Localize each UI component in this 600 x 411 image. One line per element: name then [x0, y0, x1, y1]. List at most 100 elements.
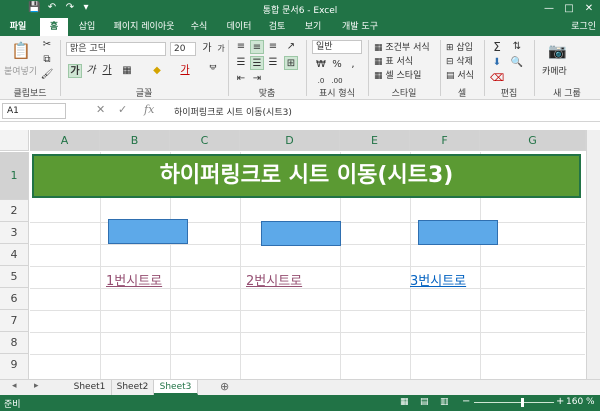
merged-title-cell[interactable]: 하이퍼링크로 시트 이동(시트3)	[32, 154, 581, 198]
row-header-2[interactable]: 2	[0, 200, 29, 222]
font-color-button[interactable]: 가	[178, 64, 192, 78]
scroll-tabs-right-icon[interactable]: ▸	[34, 381, 39, 391]
accounting-icon[interactable]: ₩	[314, 58, 328, 72]
italic-button[interactable]: 가	[84, 64, 98, 78]
row-header-1[interactable]: 1	[0, 152, 29, 200]
phonetic-icon[interactable]: ᄫ	[206, 64, 220, 78]
tab-data[interactable]: 데이터	[220, 18, 258, 36]
number-format-select[interactable]: 일반	[312, 40, 362, 54]
column-header-c[interactable]: C	[170, 130, 240, 151]
merge-center-icon[interactable]: ⊞	[284, 56, 298, 70]
copy-icon[interactable]: ⧉	[40, 53, 54, 67]
decrease-indent-icon[interactable]: ⇤	[234, 72, 248, 86]
tab-developer[interactable]: 개발 도구	[334, 18, 386, 36]
tab-home[interactable]: 홈	[40, 18, 68, 36]
maximize-button[interactable]: □	[562, 2, 576, 16]
cut-icon[interactable]: ✂	[40, 38, 54, 52]
table-format-button[interactable]: ▦ 표 서식	[374, 54, 413, 67]
camera-icon[interactable]: 📷	[548, 42, 567, 60]
percent-icon[interactable]: %	[330, 58, 344, 72]
page-layout-view-icon[interactable]: ▤	[420, 397, 429, 407]
shape-rectangle-2[interactable]	[261, 221, 341, 246]
cell-style-button[interactable]: ▦ 셀 스타일	[374, 68, 421, 81]
close-button[interactable]: ✕	[582, 2, 596, 16]
zoom-thumb[interactable]	[521, 398, 524, 407]
column-header-a[interactable]: A	[30, 130, 100, 151]
paste-label[interactable]: 붙여넣기	[4, 64, 37, 77]
insert-cells-button[interactable]: ⊞ 삽입	[446, 40, 473, 53]
align-right-icon[interactable]: ☰	[266, 56, 280, 70]
border-icon[interactable]: ▦	[120, 64, 134, 78]
clear-icon[interactable]: ⌫	[490, 72, 504, 86]
tab-page-layout[interactable]: 페이지 레이아웃	[108, 18, 180, 36]
font-name-select[interactable]: 맑은 고딕	[66, 42, 166, 56]
camera-label[interactable]: 카메라	[542, 64, 567, 77]
vertical-scrollbar[interactable]	[586, 130, 600, 380]
row-header-7[interactable]: 7	[0, 310, 29, 332]
align-bottom-icon[interactable]: ≡	[266, 40, 280, 54]
insert-function-icon[interactable]: fx	[144, 103, 154, 116]
scroll-tabs-left-icon[interactable]: ◂	[12, 381, 17, 391]
format-cells-button[interactable]: ▤ 서식	[446, 68, 474, 81]
align-middle-icon[interactable]: ≡	[250, 40, 264, 54]
row-header-3[interactable]: 3	[0, 222, 29, 244]
fill-color-icon[interactable]: ◆	[150, 64, 164, 78]
normal-view-icon[interactable]: ▦	[400, 397, 409, 407]
hyperlink-sheet1[interactable]: 1번시트로	[106, 270, 162, 289]
enter-icon[interactable]: ✓	[118, 103, 127, 116]
zoom-in-icon[interactable]: +	[556, 396, 564, 407]
zoom-slider[interactable]	[474, 402, 554, 403]
find-icon[interactable]: 🔍	[510, 56, 524, 70]
login-link[interactable]: 로그인	[571, 18, 596, 36]
cancel-icon[interactable]: ✕	[96, 103, 105, 116]
hyperlink-sheet2[interactable]: 2번시트로	[246, 270, 302, 289]
tab-file[interactable]: 파일	[0, 18, 36, 36]
tab-insert[interactable]: 삽입	[72, 18, 102, 36]
sheet-tab-1[interactable]: Sheet1	[68, 380, 112, 395]
underline-button[interactable]: 가	[100, 64, 114, 78]
row-header-5[interactable]: 5	[0, 266, 29, 288]
delete-cells-button[interactable]: ⊟ 삭제	[446, 54, 473, 67]
select-all-corner[interactable]	[0, 130, 29, 151]
orientation-icon[interactable]: ↗	[284, 40, 298, 54]
row-header-4[interactable]: 4	[0, 244, 29, 266]
align-center-icon[interactable]: ☰	[250, 56, 264, 70]
column-header-g[interactable]: G	[480, 130, 586, 151]
column-header-d[interactable]: D	[240, 130, 340, 151]
align-left-icon[interactable]: ☰	[234, 56, 248, 70]
bold-button[interactable]: 가	[68, 64, 82, 78]
row-header-8[interactable]: 8	[0, 332, 29, 354]
comma-icon[interactable]: ,	[346, 58, 360, 72]
zoom-out-icon[interactable]: −	[462, 396, 470, 407]
font-size-select[interactable]: 20	[170, 42, 196, 56]
formula-input[interactable]: 하이퍼링크로 시트 이동(시트3)	[174, 105, 292, 118]
fill-icon[interactable]: ⬇	[490, 56, 504, 70]
paste-icon[interactable]: 📋	[10, 40, 32, 62]
format-painter-icon[interactable]: 🖌	[40, 68, 54, 82]
shape-rectangle-3[interactable]	[418, 220, 498, 245]
column-header-f[interactable]: F	[410, 130, 480, 151]
hyperlink-sheet3[interactable]: 3번시트로	[410, 270, 466, 289]
minimize-button[interactable]: —	[542, 2, 556, 16]
increase-indent-icon[interactable]: ⇥	[250, 72, 264, 86]
tab-view[interactable]: 보기	[298, 18, 328, 36]
align-top-icon[interactable]: ≡	[234, 40, 248, 54]
row-header-6[interactable]: 6	[0, 288, 29, 310]
zoom-level[interactable]: 160 %	[566, 397, 595, 407]
tab-review[interactable]: 검토	[262, 18, 292, 36]
sheet-tab-2[interactable]: Sheet2	[112, 380, 154, 395]
column-header-b[interactable]: B	[100, 130, 170, 151]
sort-filter-icon[interactable]: ⇅	[510, 40, 524, 54]
page-break-view-icon[interactable]: ▥	[440, 397, 449, 407]
column-header-e[interactable]: E	[340, 130, 410, 151]
autosum-icon[interactable]: Σ	[490, 40, 504, 54]
grow-font-icon[interactable]: 가	[200, 42, 214, 56]
name-box[interactable]: A1	[2, 103, 66, 119]
conditional-format-button[interactable]: ▦ 조건부 서식	[374, 40, 430, 53]
tab-formulas[interactable]: 수식	[184, 18, 214, 36]
sheet-tab-3[interactable]: Sheet3	[154, 380, 198, 395]
row-header-9[interactable]: 9	[0, 354, 29, 380]
add-sheet-icon[interactable]: ⊕	[220, 380, 229, 393]
shrink-font-icon[interactable]: 가	[214, 42, 228, 56]
shape-rectangle-1[interactable]	[108, 219, 188, 244]
